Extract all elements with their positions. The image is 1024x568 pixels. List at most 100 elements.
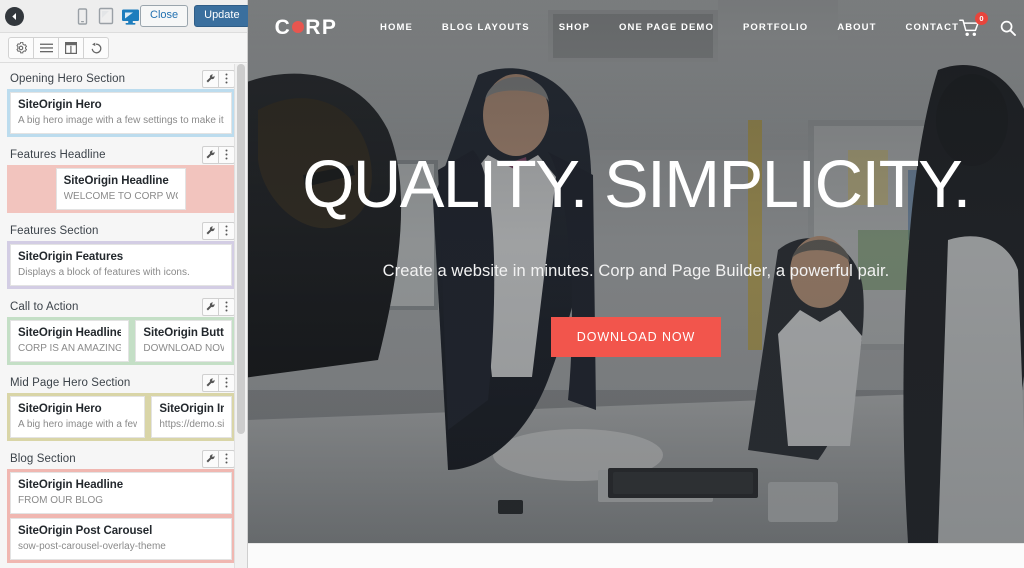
back-arrow-circle-icon[interactable] bbox=[5, 6, 24, 26]
row-actions bbox=[202, 221, 235, 240]
widget-description: A big hero image with a few settings to … bbox=[18, 115, 224, 126]
nav-link-about[interactable]: ABOUT bbox=[837, 22, 876, 33]
history-undo-icon[interactable] bbox=[83, 36, 109, 59]
builder-cell[interactable]: SiteOrigin Features Displays a block of f… bbox=[7, 241, 235, 289]
site-preview: C RP HOME BLOG LAYOUTS SHOP ONE PAGE DEMO POR… bbox=[248, 0, 1024, 568]
panel-scrollbar[interactable] bbox=[234, 64, 247, 568]
widget-description: https://demo.siteo bbox=[159, 419, 224, 430]
below-fold-area bbox=[248, 543, 1024, 568]
vertical-dots-icon[interactable] bbox=[218, 373, 235, 392]
widget-title: SiteOrigin Headline bbox=[18, 479, 124, 491]
hero-content: QUALITY. SIMPLICITY. Create a website in… bbox=[248, 147, 1024, 358]
widget-title: SiteOrigin Hero bbox=[18, 99, 102, 111]
builder-widget[interactable]: SiteOrigin Features Displays a block of f… bbox=[10, 244, 232, 286]
nav-link-shop[interactable]: SHOP bbox=[559, 22, 590, 33]
row-cells[interactable]: SiteOrigin Headline FROM OUR BLOG SiteOrig… bbox=[7, 469, 235, 563]
row-cells[interactable]: SiteOrigin Hero A big hero image with a f… bbox=[7, 89, 235, 137]
nav-link-home[interactable]: HOME bbox=[380, 22, 413, 33]
widget-description: FROM OUR BLOG bbox=[18, 495, 104, 506]
row-cells[interactable]: SiteOrigin Headline CORP IS AN AMAZING Sit… bbox=[7, 317, 235, 365]
row-cells[interactable]: SiteOrigin Hero A big hero image with a f… bbox=[7, 393, 235, 441]
tablet-icon[interactable] bbox=[96, 6, 116, 27]
row-cells[interactable]: SiteOrigin Features Displays a block of f… bbox=[7, 241, 235, 289]
device-preview-switcher bbox=[72, 6, 140, 27]
wrench-icon[interactable] bbox=[202, 449, 219, 468]
page-builder-toolbar bbox=[0, 33, 247, 63]
builder-widget[interactable]: SiteOrigin Post Carousel sow-post-carouse… bbox=[10, 518, 232, 560]
builder-cell[interactable]: SiteOrigin Hero A big hero image with a f… bbox=[7, 393, 148, 441]
hero-title: QUALITY. SIMPLICITY. bbox=[302, 147, 971, 222]
vertical-dots-icon[interactable] bbox=[218, 145, 235, 164]
widget-title: SiteOrigin Post Carousel bbox=[18, 525, 153, 537]
desktop-icon[interactable] bbox=[120, 6, 140, 27]
customizer-panel: Close Update Opening Hero Section SiteOr… bbox=[0, 0, 250, 568]
builder-cell[interactable]: SiteOrigin Headline CORP IS AN AMAZING bbox=[7, 317, 132, 365]
row-header: Opening Hero Section bbox=[7, 67, 235, 89]
nav-link-blog-layouts[interactable]: BLOG LAYOUTS bbox=[442, 22, 530, 33]
vertical-dots-icon[interactable] bbox=[218, 221, 235, 240]
widget-description: Displays a block of features with icons. bbox=[18, 267, 190, 278]
nav-link-one-page-demo[interactable]: ONE PAGE DEMO bbox=[619, 22, 714, 33]
hero-subtitle: Create a website in minutes. Corp and Pa… bbox=[382, 262, 890, 281]
update-button[interactable]: Update bbox=[194, 4, 250, 28]
layout-icon[interactable] bbox=[58, 36, 84, 59]
hamburger-icon[interactable] bbox=[33, 36, 59, 59]
nav-link-contact[interactable]: CONTACT bbox=[906, 22, 959, 33]
row-title: Call to Action bbox=[10, 300, 79, 313]
cart-count-badge: 0 bbox=[974, 11, 988, 25]
gear-icon[interactable] bbox=[8, 36, 34, 59]
builder-cell[interactable]: SiteOrigin Button DOWNLOAD NOW bbox=[132, 317, 235, 365]
search-icon[interactable] bbox=[1000, 20, 1016, 36]
vertical-dots-icon[interactable] bbox=[218, 449, 235, 468]
builder-widget[interactable]: SiteOrigin Headline FROM OUR BLOG bbox=[10, 472, 232, 514]
row-title: Features Section bbox=[10, 224, 99, 237]
row-title: Features Headline bbox=[10, 148, 106, 161]
builder-widget[interactable]: SiteOrigin Image https://demo.siteo bbox=[151, 396, 232, 438]
row-actions bbox=[202, 145, 235, 164]
builder-cell[interactable] bbox=[7, 165, 53, 213]
nav-link-portfolio[interactable]: PORTFOLIO bbox=[743, 22, 808, 33]
wrench-icon[interactable] bbox=[202, 221, 219, 240]
row-cells[interactable]: SiteOrigin Headline WELCOME TO CORP WORDP… bbox=[7, 165, 235, 213]
builder-widget[interactable]: SiteOrigin Button DOWNLOAD NOW bbox=[135, 320, 232, 362]
site-logo[interactable]: C RP bbox=[262, 16, 350, 40]
row-title: Mid Page Hero Section bbox=[10, 376, 131, 389]
close-button[interactable]: Close bbox=[140, 4, 189, 28]
shopping-cart-icon[interactable]: 0 bbox=[959, 11, 988, 37]
builder-cell[interactable]: SiteOrigin Hero A big hero image with a f… bbox=[7, 89, 235, 137]
wrench-icon[interactable] bbox=[202, 69, 219, 88]
widget-title: SiteOrigin Headline bbox=[63, 175, 169, 187]
row-title: Opening Hero Section bbox=[10, 72, 126, 85]
vertical-dots-icon[interactable] bbox=[218, 69, 235, 88]
wrench-icon[interactable] bbox=[202, 145, 219, 164]
widget-title: SiteOrigin Button bbox=[143, 327, 224, 339]
nav-right-tools: 0 bbox=[959, 11, 1016, 37]
row-header: Features Headline bbox=[7, 143, 235, 165]
vertical-dots-icon[interactable] bbox=[218, 297, 235, 316]
row-header: Features Section bbox=[7, 219, 235, 241]
logo-text-before: C bbox=[274, 15, 292, 39]
builder-cell[interactable] bbox=[189, 165, 235, 213]
builder-cell[interactable]: SiteOrigin Headline FROM OUR BLOG SiteOrig… bbox=[7, 469, 235, 563]
builder-widget[interactable]: SiteOrigin Headline CORP IS AN AMAZING bbox=[10, 320, 130, 362]
mobile-icon[interactable] bbox=[72, 6, 92, 27]
download-now-button[interactable]: DOWNLOAD NOW bbox=[550, 317, 722, 358]
wrench-icon[interactable] bbox=[202, 373, 219, 392]
widget-title: SiteOrigin Hero bbox=[18, 403, 102, 415]
hero-section: C RP HOME BLOG LAYOUTS SHOP ONE PAGE DEMO POR… bbox=[248, 0, 1024, 543]
widget-description: DOWNLOAD NOW bbox=[143, 343, 224, 354]
builder-cell[interactable]: SiteOrigin Image https://demo.siteo bbox=[148, 393, 235, 441]
customizer-app: Close Update Opening Hero Section SiteOr… bbox=[0, 0, 1024, 568]
row-actions bbox=[202, 297, 235, 316]
wrench-icon[interactable] bbox=[202, 297, 219, 316]
row-header: Call to Action bbox=[7, 295, 235, 317]
row-actions bbox=[202, 373, 235, 392]
builder-widget[interactable]: SiteOrigin Hero A big hero image with a f… bbox=[10, 92, 232, 134]
builder-widget[interactable]: SiteOrigin Hero A big hero image with a f… bbox=[10, 396, 146, 438]
widget-description: sow-post-carousel-overlay-theme bbox=[18, 541, 166, 552]
logo-text-after: RP bbox=[305, 15, 338, 39]
builder-widget[interactable]: SiteOrigin Headline WELCOME TO CORP WORDP… bbox=[55, 168, 187, 210]
page-builder-rows[interactable]: Opening Hero Section SiteOrigin Hero A big… bbox=[0, 63, 247, 568]
builder-cell[interactable]: SiteOrigin Headline WELCOME TO CORP WORDP… bbox=[53, 165, 190, 213]
scrollbar-thumb[interactable] bbox=[237, 64, 245, 434]
